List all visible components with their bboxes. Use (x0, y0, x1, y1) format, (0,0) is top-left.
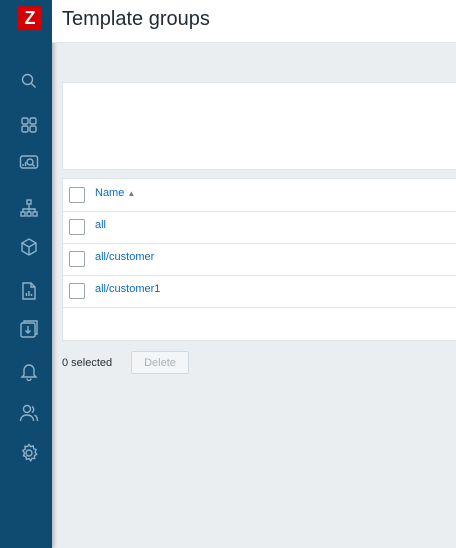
template-groups-table: Name ▲ all all/customer all/customer1 (62, 178, 456, 341)
search-icon[interactable] (16, 68, 42, 94)
users-icon[interactable] (16, 400, 42, 426)
data-collection-icon[interactable] (16, 316, 42, 342)
select-all-checkbox[interactable] (69, 187, 85, 203)
inventory-icon[interactable] (16, 234, 42, 260)
row-checkbox[interactable] (69, 251, 85, 267)
dashboard-icon[interactable] (16, 112, 42, 138)
group-name-link[interactable]: all (95, 219, 106, 231)
reports-icon[interactable] (16, 278, 42, 304)
delete-button[interactable]: Delete (131, 351, 189, 374)
zabbix-logo[interactable]: Z (18, 6, 42, 30)
group-name-link[interactable]: all/customer (95, 251, 154, 263)
alerts-icon[interactable] (16, 358, 42, 384)
app-window: Z Template groups Name ▲ all all/custome… (0, 0, 456, 548)
page-header: Template groups (52, 0, 456, 43)
row-checkbox[interactable] (69, 219, 85, 235)
settings-icon[interactable] (16, 440, 42, 466)
selected-count: 0 selected (62, 357, 113, 369)
sort-ascending-icon: ▲ (127, 189, 136, 198)
sidebar: Z (0, 0, 52, 548)
group-name-link[interactable]: all/customer1 (95, 283, 160, 295)
table-row: all/customer1 (63, 275, 456, 308)
filter-panel (62, 82, 456, 170)
page-title: Template groups (62, 8, 210, 30)
network-icon[interactable] (16, 195, 42, 221)
column-header-label: Name (95, 187, 125, 199)
table-header-row: Name ▲ (63, 179, 456, 212)
table-row: all (63, 211, 456, 244)
row-checkbox[interactable] (69, 283, 85, 299)
column-header-name[interactable]: Name ▲ (95, 187, 135, 199)
table-row: all/customer (63, 243, 456, 276)
monitoring-icon[interactable] (16, 150, 42, 176)
